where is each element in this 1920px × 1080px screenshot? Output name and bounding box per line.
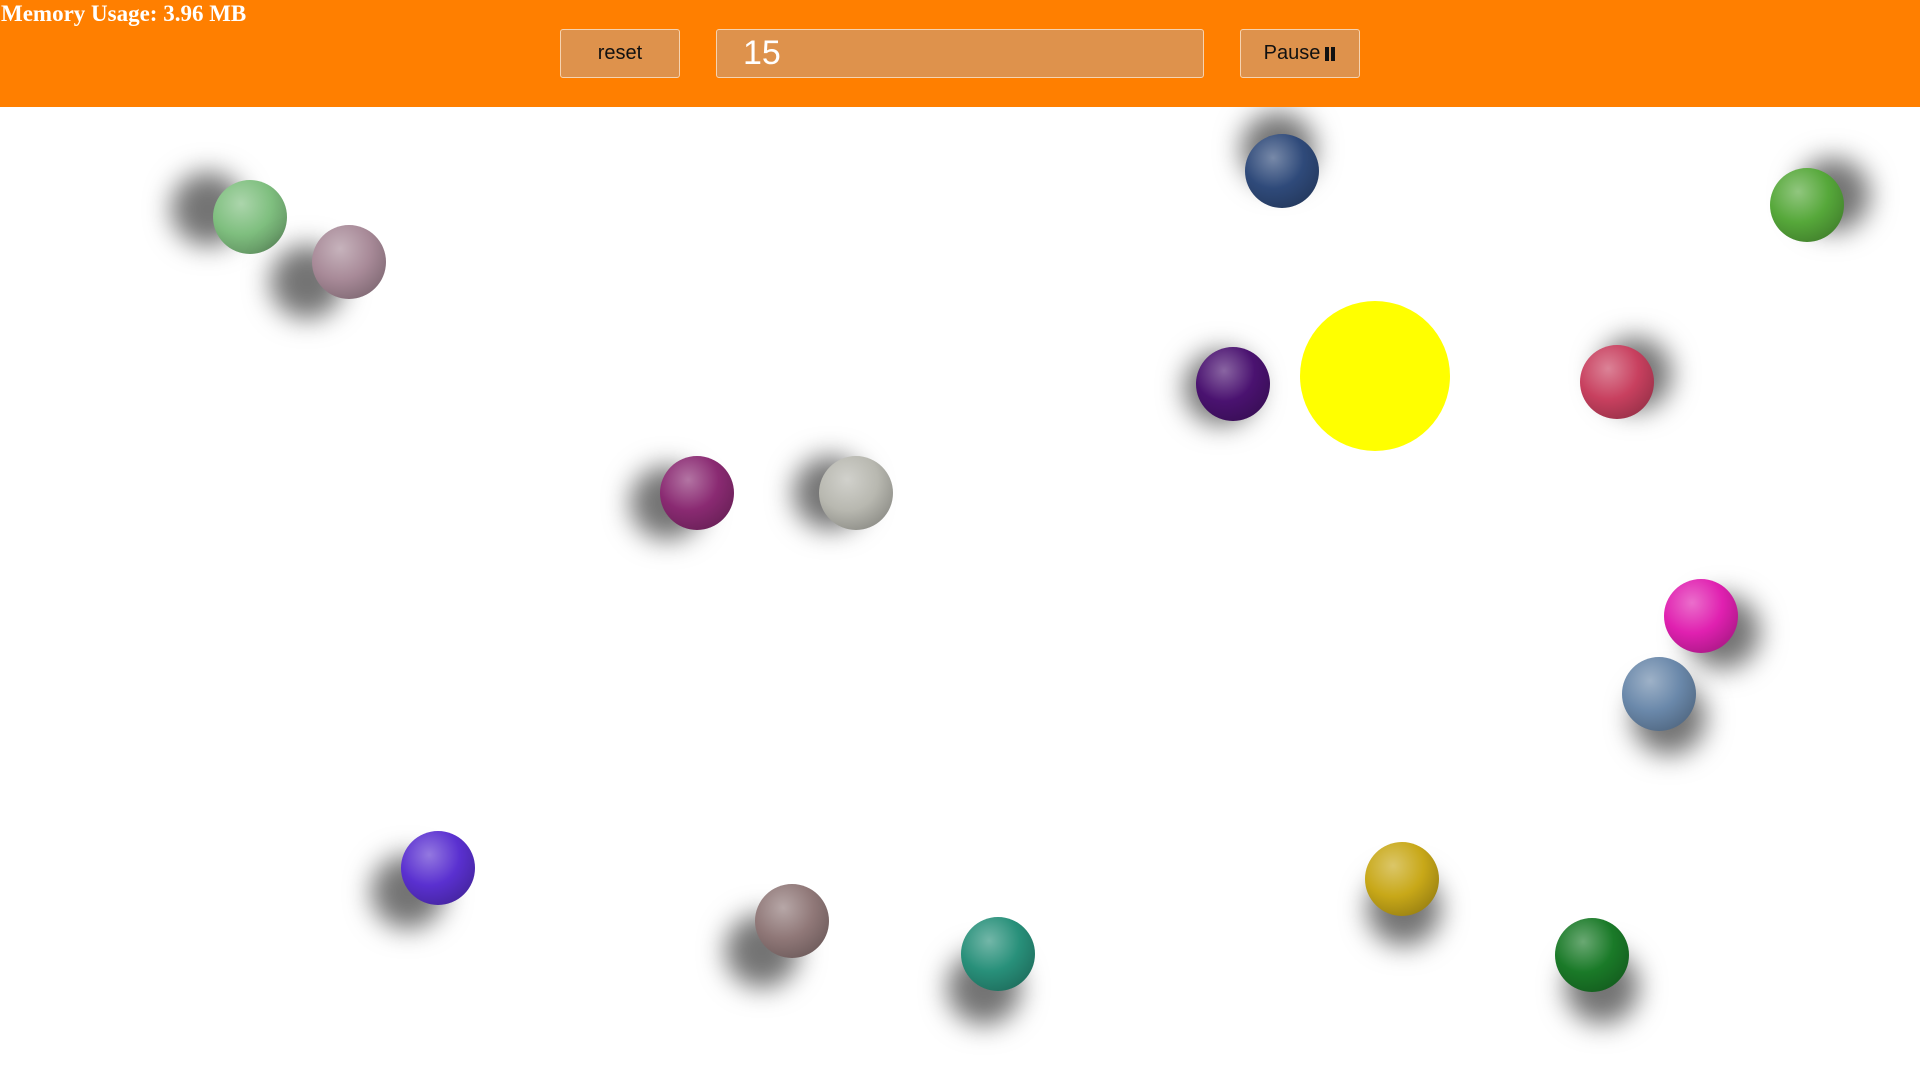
pause-button-label: Pause (1263, 42, 1321, 64)
ball (1555, 918, 1629, 992)
pause-button[interactable]: Pause (1240, 29, 1360, 78)
ball (1245, 134, 1319, 208)
ball (1664, 579, 1738, 653)
ball (1770, 168, 1844, 242)
ball (1196, 347, 1270, 421)
ball (1622, 657, 1696, 731)
reset-button[interactable]: reset (560, 29, 680, 78)
ball-count-input[interactable] (716, 29, 1204, 78)
ball (755, 884, 829, 958)
pause-icon (1324, 46, 1336, 61)
ball (819, 456, 893, 530)
reset-button-label: reset (597, 42, 643, 64)
ball (401, 831, 475, 905)
ball (1580, 345, 1654, 419)
ball (660, 456, 734, 530)
simulation-canvas[interactable] (0, 107, 1920, 1080)
ball (312, 225, 386, 299)
ball (1365, 842, 1439, 916)
memory-usage-label: Memory Usage: 3.96 MB (1, 1, 247, 26)
ball (213, 180, 287, 254)
top-toolbar: Memory Usage: 3.96 MB reset Pause (0, 0, 1920, 107)
ball (961, 917, 1035, 991)
sun-circle (1300, 301, 1450, 451)
